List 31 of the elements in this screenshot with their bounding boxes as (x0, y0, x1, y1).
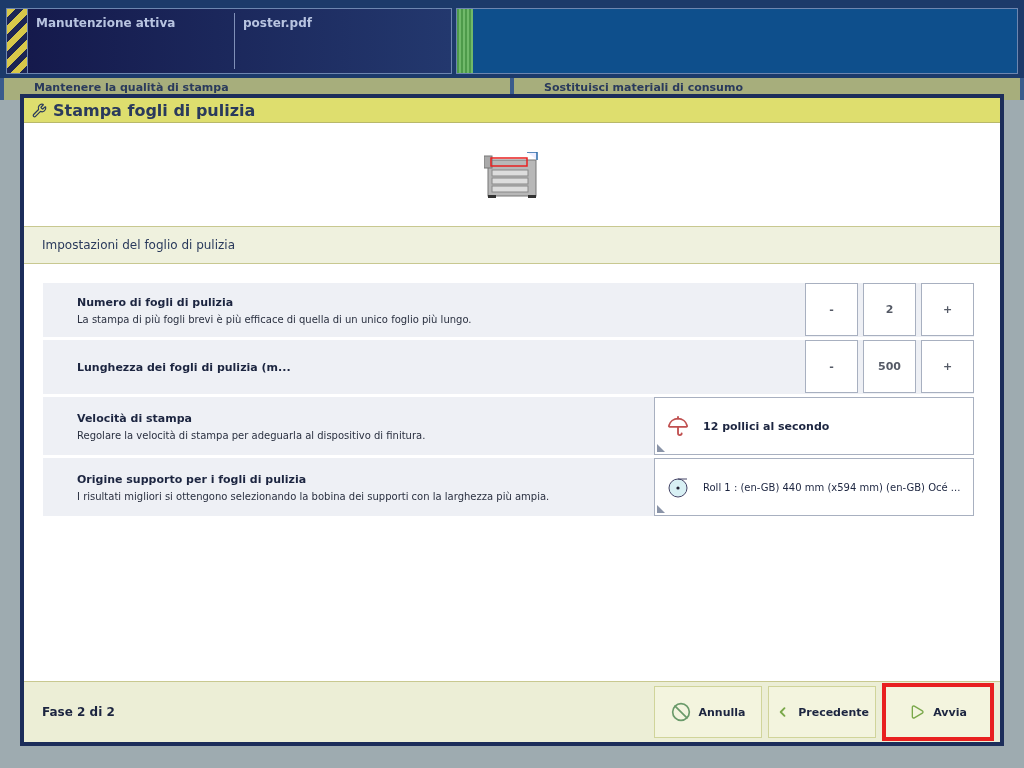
corner-mark-icon (657, 444, 665, 452)
umbrella-icon (667, 415, 689, 437)
job-status: Manutenzione attiva (28, 13, 235, 69)
corner-mark-icon (657, 505, 665, 513)
back-button[interactable]: Precedente (768, 686, 876, 738)
printer-drawing (484, 151, 540, 198)
increment-button[interactable]: + (921, 283, 974, 336)
setting-description: La stampa di più fogli brevi è più efficace di quella di un unico foglio più lungo. (77, 313, 473, 325)
value-field[interactable]: 2 (863, 283, 916, 336)
play-icon (909, 704, 926, 720)
setting-label: Numero di fogli di pulizia (77, 295, 235, 309)
step-indicator: Fase 2 di 2 (42, 705, 116, 719)
roll-icon (667, 476, 689, 498)
decrement-button[interactable]: - (805, 283, 858, 336)
setting-description: I risultati migliori si ottengono selezionando la bobina dei supporti con la larghezza più ampia. (77, 490, 551, 502)
cancel-button[interactable]: Annulla (654, 686, 762, 738)
setting-label: Lunghezza dei fogli di pulizia (m... (77, 360, 292, 374)
start-button[interactable]: Avvia (882, 683, 994, 741)
setting-description: Regolare la velocità di stampa per adeguarla al dispositivo di finitura. (77, 429, 427, 441)
decrement-button[interactable]: - (805, 340, 858, 393)
value-field[interactable]: 500 (863, 340, 916, 393)
select-field[interactable]: Roll 1 : (en-GB) 440 mm (x594 mm) (en-GB) Océ ... (654, 458, 974, 516)
section-header: Impostazioni del foglio di pulizia (24, 226, 1000, 264)
dialog-title: Stampa fogli di pulizia (53, 100, 256, 120)
wrench-icon (32, 102, 47, 118)
cancel-icon (670, 702, 691, 722)
select-field[interactable]: 12 pollici al secondo (654, 397, 974, 455)
setting-label: Velocità di stampa (77, 411, 193, 425)
setting-label: Origine supporto per i fogli di pulizia (77, 472, 308, 486)
document-name: poster.pdf (242, 15, 314, 32)
increment-button[interactable]: + (921, 340, 974, 393)
